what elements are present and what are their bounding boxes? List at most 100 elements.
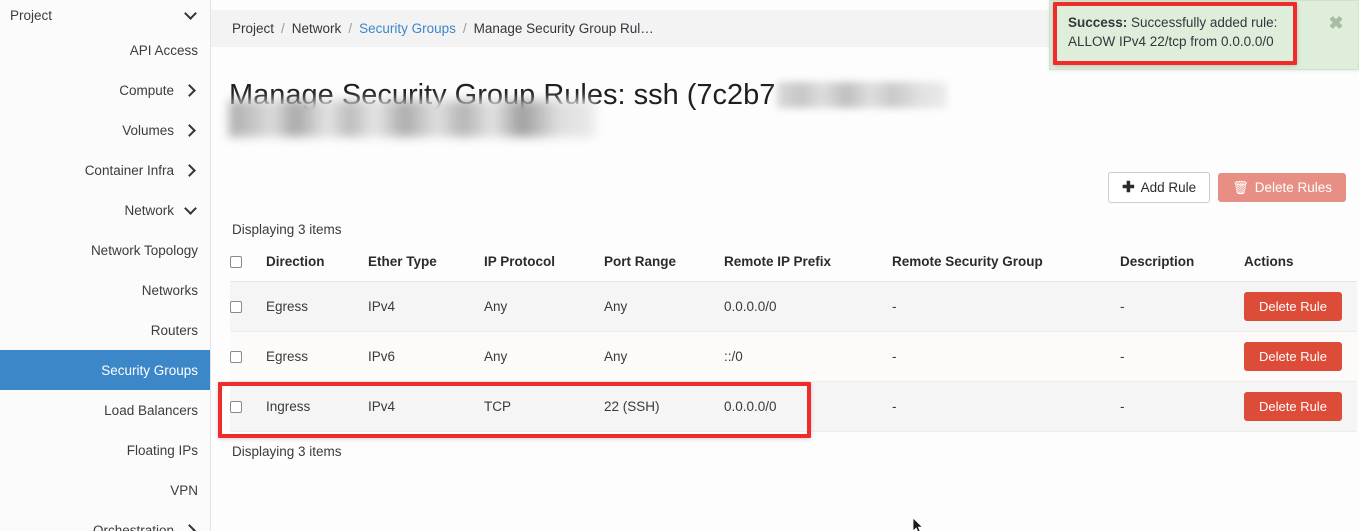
- chevron-down-icon: [184, 203, 198, 217]
- row-select-cell: [230, 282, 266, 332]
- sidebar-item-floating-ips[interactable]: Floating IPs: [0, 430, 210, 470]
- sidebar-item-label: Security Groups: [101, 363, 198, 378]
- add-rule-button[interactable]: ✚ Add Rule: [1108, 172, 1210, 203]
- openstack-horizon-page: Project API Access Compute Volumes Containe…: [0, 0, 1359, 531]
- sidebar-navigation: Project API Access Compute Volumes Containe…: [0, 0, 211, 531]
- sidebar-item-security-groups[interactable]: Security Groups: [0, 350, 210, 390]
- row-select-checkbox[interactable]: [230, 351, 242, 363]
- chevron-right-icon: [184, 123, 198, 137]
- breadcrumb-separator: /: [281, 21, 285, 36]
- mouse-cursor: [913, 518, 925, 531]
- toast-message-line1: Successfully added rule:: [1127, 15, 1277, 30]
- delete-rules-label: Delete Rules: [1255, 181, 1332, 195]
- breadcrumb-item-security-groups[interactable]: Security Groups: [359, 21, 456, 36]
- sidebar-item-container-infra[interactable]: Container Infra: [0, 150, 210, 190]
- toast-message: Success: Successfully added rule: ALLOW …: [1050, 1, 1314, 61]
- cell-ip-protocol: Any: [484, 282, 604, 332]
- sidebar-item-label: Routers: [151, 323, 198, 338]
- cell-remote-security-group: -: [892, 332, 1120, 382]
- sidebar-item-label: Load Balancers: [104, 403, 198, 418]
- cell-ether-type: IPv4: [368, 282, 484, 332]
- sidebar-item-compute[interactable]: Compute: [0, 70, 210, 110]
- cell-remote-ip-prefix: 0.0.0.0/0: [724, 382, 892, 432]
- breadcrumb-item-network: Network: [292, 21, 342, 36]
- delete-rule-button[interactable]: Delete Rule: [1244, 292, 1342, 321]
- delete-rules-button[interactable]: 🗑 Delete Rules: [1218, 173, 1346, 203]
- column-header-remote-ip-prefix[interactable]: Remote IP Prefix: [724, 248, 892, 282]
- delete-rule-button[interactable]: Delete Rule: [1244, 342, 1342, 371]
- sidebar-item-load-balancers[interactable]: Load Balancers: [0, 390, 210, 430]
- column-header-ip-protocol[interactable]: IP Protocol: [484, 248, 604, 282]
- redacted-uuid-part-1: [777, 82, 947, 108]
- table-row[interactable]: EgressIPv6AnyAny::/0--Delete Rule: [230, 332, 1357, 382]
- toast-message-line2: ALLOW IPv4 22/tcp from 0.0.0.0/0: [1068, 34, 1274, 49]
- cell-description: -: [1120, 382, 1244, 432]
- sidebar-project-header[interactable]: Project: [0, 0, 210, 30]
- breadcrumb-item-manage-security-group-rul: Manage Security Group Rul…: [474, 21, 654, 36]
- cell-direction: Ingress: [266, 382, 368, 432]
- cell-remote-security-group: -: [892, 282, 1120, 332]
- chevron-right-icon: [184, 83, 198, 97]
- chevron-right-icon: [184, 163, 198, 177]
- sidebar-item-label: Compute: [119, 83, 184, 98]
- sidebar-item-volumes[interactable]: Volumes: [0, 110, 210, 150]
- cell-direction: Egress: [266, 282, 368, 332]
- sidebar-item-label: Network: [124, 203, 184, 218]
- cell-ether-type: IPv4: [368, 382, 484, 432]
- cell-actions: Delete Rule: [1244, 382, 1357, 432]
- trash-icon: 🗑: [1232, 181, 1249, 194]
- breadcrumb-separator: /: [348, 21, 352, 36]
- row-select-checkbox[interactable]: [230, 301, 242, 313]
- sidebar-item-routers[interactable]: Routers: [0, 310, 210, 350]
- cell-direction: Egress: [266, 332, 368, 382]
- column-header-port-range[interactable]: Port Range: [604, 248, 724, 282]
- select-all-header: [230, 248, 266, 282]
- table-header-row: Direction Ether Type IP Protocol Port Ra…: [230, 248, 1357, 282]
- cell-ether-type: IPv6: [368, 332, 484, 382]
- redacted-uuid-part-2: [229, 100, 595, 137]
- success-toast: Success: Successfully added rule: ALLOW …: [1049, 0, 1359, 70]
- delete-rule-button[interactable]: Delete Rule: [1244, 392, 1342, 421]
- cell-remote-ip-prefix: 0.0.0.0/0: [724, 282, 892, 332]
- sidebar-item-label: Orchestration: [93, 523, 184, 531]
- sidebar-item-network[interactable]: Network: [0, 190, 210, 230]
- sidebar-item-label: Floating IPs: [127, 443, 198, 458]
- column-header-ether-type[interactable]: Ether Type: [368, 248, 484, 282]
- column-header-remote-security-group[interactable]: Remote Security Group: [892, 248, 1120, 282]
- sidebar-item-api-access[interactable]: API Access: [0, 30, 210, 70]
- cell-description: -: [1120, 332, 1244, 382]
- toast-status-label: Success:: [1068, 15, 1127, 30]
- table-row[interactable]: IngressIPv4TCP22 (SSH)0.0.0.0/0--Delete …: [230, 382, 1357, 432]
- table-row[interactable]: EgressIPv4AnyAny0.0.0.0/0--Delete Rule: [230, 282, 1357, 332]
- item-count-bottom: Displaying 3 items: [232, 444, 342, 459]
- cell-actions: Delete Rule: [1244, 282, 1357, 332]
- column-header-direction[interactable]: Direction: [266, 248, 368, 282]
- plus-icon: ✚: [1122, 180, 1135, 195]
- sidebar-item-label: Networks: [142, 283, 198, 298]
- row-select-cell: [230, 332, 266, 382]
- cell-remote-ip-prefix: ::/0: [724, 332, 892, 382]
- cell-remote-security-group: -: [892, 382, 1120, 432]
- breadcrumb-separator: /: [463, 21, 467, 36]
- sidebar-item-label: Container Infra: [85, 163, 184, 178]
- sidebar-item-network-topology[interactable]: Network Topology: [0, 230, 210, 270]
- sidebar-item-orchestration[interactable]: Orchestration: [0, 510, 210, 531]
- row-select-checkbox[interactable]: [230, 401, 242, 413]
- breadcrumb-item-project: Project: [232, 21, 274, 36]
- table-body: EgressIPv4AnyAny0.0.0.0/0--Delete RuleEg…: [230, 282, 1357, 432]
- column-header-description[interactable]: Description: [1120, 248, 1244, 282]
- sidebar-item-label: VPN: [170, 483, 198, 498]
- select-all-checkbox[interactable]: [230, 256, 242, 268]
- sidebar-item-label: Network Topology: [91, 243, 198, 258]
- main-content: Project / Network / Security Groups / Manage S…: [211, 0, 1359, 531]
- cell-port-range: Any: [604, 282, 724, 332]
- sidebar-item-networks[interactable]: Networks: [0, 270, 210, 310]
- close-icon[interactable]: ✖: [1314, 1, 1358, 69]
- cell-actions: Delete Rule: [1244, 332, 1357, 382]
- security-group-rules-table: Direction Ether Type IP Protocol Port Ra…: [230, 248, 1357, 432]
- sidebar-item-vpn[interactable]: VPN: [0, 470, 210, 510]
- cell-ip-protocol: Any: [484, 332, 604, 382]
- cell-ip-protocol: TCP: [484, 382, 604, 432]
- sidebar-item-label: API Access: [130, 43, 198, 58]
- table-header: Direction Ether Type IP Protocol Port Ra…: [230, 248, 1357, 282]
